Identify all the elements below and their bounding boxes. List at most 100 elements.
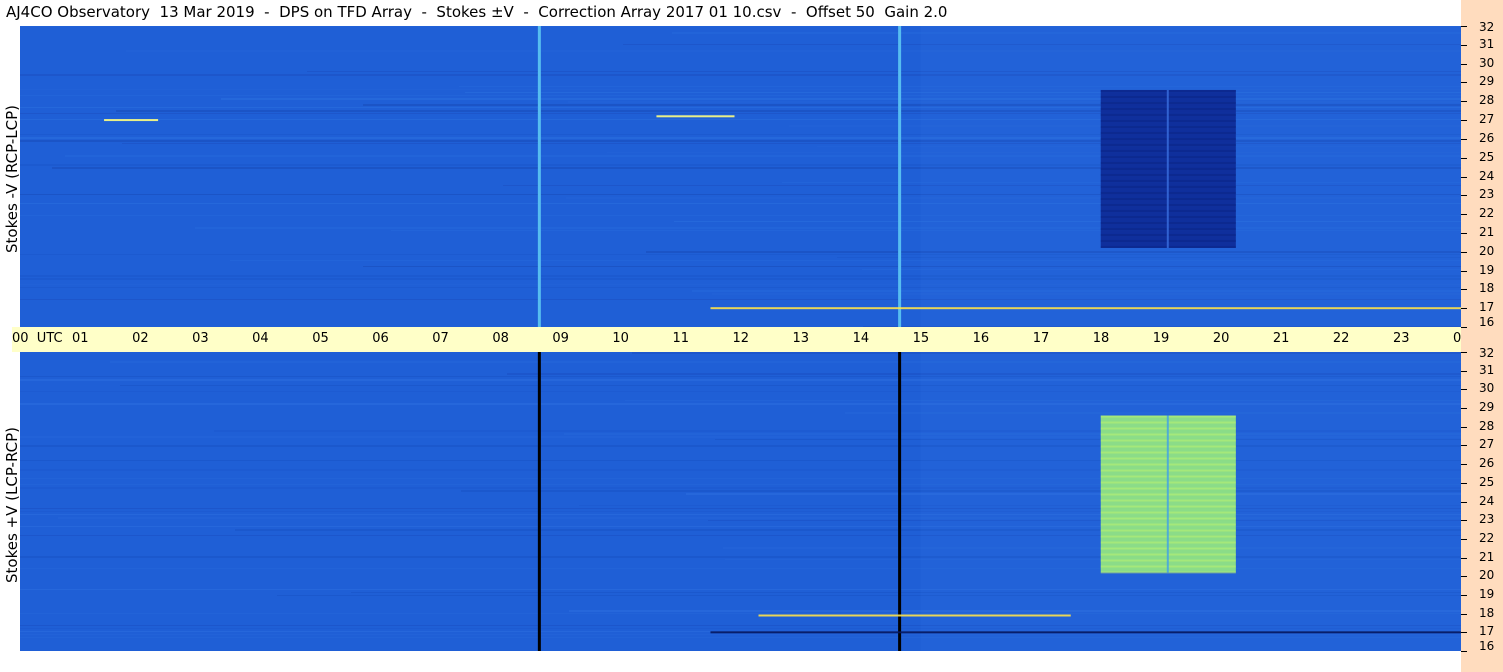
freq-tick-label: 29 — [1479, 74, 1495, 89]
freq-tick-mark — [1461, 594, 1467, 596]
utc-tick-label: 06 — [372, 331, 389, 346]
freq-tick-mark — [1461, 176, 1467, 178]
spectrogram-window: AJ4CO Observatory 13 Mar 2019 - DPS on T… — [0, 0, 1503, 672]
freq-tick-label: 18 — [1479, 605, 1495, 620]
freq-tick-label: 29 — [1479, 400, 1495, 415]
utc-time-axis: 00 UTC 01 02 03 04 05 06 07 08 09 10 11 12 13 14 15 16 17… — [12, 327, 1502, 352]
vertical-interference-line — [537, 26, 541, 327]
emission-streak — [758, 614, 1071, 617]
freq-tick-label: 32 — [1479, 20, 1495, 34]
freq-tick-label: 16 — [1479, 315, 1495, 329]
freq-tick-mark — [1461, 270, 1467, 272]
utc-tick-label: 20 — [1212, 331, 1230, 346]
freq-tick-mark — [1461, 26, 1467, 27]
freq-tick-mark — [1461, 613, 1467, 615]
freq-tick-label: 26 — [1479, 130, 1495, 145]
vertical-interference-line — [898, 352, 902, 651]
freq-tick-mark — [1461, 501, 1467, 503]
freq-tick-mark — [1461, 408, 1467, 410]
bottom-panel-ylabel: Stokes +V (LCP-RCP) — [3, 427, 21, 583]
chart-title: AJ4CO Observatory 13 Mar 2019 - DPS on T… — [6, 3, 948, 21]
freq-tick-mark — [1461, 327, 1467, 328]
bottom-margin — [0, 651, 1461, 672]
freq-tick-mark — [1461, 101, 1467, 103]
utc-tick-label: 01 — [72, 331, 89, 346]
freq-tick-mark — [1461, 557, 1467, 559]
utc-tick-label: 15 — [912, 331, 930, 346]
freq-tick-label: 23 — [1479, 512, 1495, 527]
freq-tick-label: 31 — [1479, 362, 1495, 377]
utc-tick-label: 21 — [1272, 331, 1290, 346]
emission-streak — [710, 631, 1461, 634]
freq-tick-label: 16 — [1479, 639, 1495, 653]
emission-streak — [104, 119, 159, 122]
top-spectrogram-svg — [20, 26, 1461, 327]
freq-tick-label: 26 — [1479, 456, 1495, 471]
utc-tick-label: 13 — [792, 331, 810, 346]
freq-tick-label: 24 — [1479, 493, 1495, 508]
freq-tick-mark — [1461, 370, 1467, 372]
utc-tick-label: 10 — [612, 331, 629, 346]
freq-tick-label: 17 — [1479, 624, 1495, 639]
block-vertical-stripe — [1166, 89, 1169, 248]
freq-tick-mark — [1461, 289, 1467, 291]
utc-tick-label: 11 — [672, 331, 689, 346]
freq-tick-mark — [1461, 44, 1467, 46]
utc-tick-label: 18 — [1092, 331, 1110, 346]
freq-tick-label: 21 — [1479, 549, 1495, 564]
freq-tick-mark — [1461, 520, 1467, 522]
emission-streak — [710, 307, 1461, 310]
utc-tick-label: 17 — [1032, 331, 1050, 346]
freq-tick-label: 28 — [1479, 93, 1495, 108]
freq-tick-label: 19 — [1479, 262, 1495, 277]
top-spectrogram-panel — [20, 26, 1461, 327]
freq-tick-label: 20 — [1479, 568, 1495, 583]
freq-tick-mark — [1461, 464, 1467, 466]
freq-tick-label: 25 — [1479, 474, 1495, 489]
freq-tick-label: 30 — [1479, 55, 1495, 70]
utc-tick-label: 02 — [132, 331, 149, 346]
freq-tick-mark — [1461, 632, 1467, 634]
freq-tick-mark — [1461, 138, 1467, 140]
freq-tick-mark — [1461, 482, 1467, 484]
freq-tick-mark — [1461, 82, 1467, 84]
freq-tick-label: 19 — [1479, 586, 1495, 601]
freq-tick-mark — [1461, 63, 1467, 65]
freq-tick-label: 28 — [1479, 418, 1495, 433]
utc-tick-label: 03 — [192, 331, 209, 346]
freq-tick-label: 23 — [1479, 187, 1495, 202]
vertical-interference-line — [898, 26, 902, 327]
freq-tick-mark — [1461, 445, 1467, 447]
freq-tick-label: 25 — [1479, 149, 1495, 164]
freq-tick-mark — [1461, 120, 1467, 122]
freq-tick-label: 27 — [1479, 437, 1495, 452]
utc-tick-label: 07 — [432, 331, 449, 346]
block-vertical-stripe — [1166, 415, 1169, 573]
freq-tick-label: 18 — [1479, 281, 1495, 296]
freq-tick-label: 20 — [1479, 243, 1495, 258]
utc-tick-label: 23 — [1392, 331, 1410, 346]
freq-tick-mark — [1461, 157, 1467, 159]
freq-tick-label: 22 — [1479, 206, 1495, 221]
freq-tick-label: 27 — [1479, 112, 1495, 127]
freq-tick-mark — [1461, 195, 1467, 197]
utc-tick-label: 22 — [1332, 331, 1350, 346]
freq-tick-mark — [1461, 214, 1467, 216]
freq-tick-mark — [1461, 426, 1467, 428]
freq-tick-mark — [1461, 538, 1467, 540]
freq-tick-mark — [1461, 308, 1467, 310]
freq-tick-mark — [1461, 576, 1467, 578]
vertical-interference-line — [537, 352, 541, 651]
freq-tick-label: 17 — [1479, 300, 1495, 315]
utc-tick-label: 19 — [1152, 331, 1170, 346]
freq-tick-label: 24 — [1479, 168, 1495, 183]
freq-tick-label: 21 — [1479, 224, 1495, 239]
utc-tick-label: 00 UTC — [12, 331, 63, 346]
freq-tick-mark — [1461, 232, 1467, 234]
freq-tick-label: 31 — [1479, 36, 1495, 51]
utc-tick-label: 12 — [732, 331, 750, 346]
bottom-spectrogram-svg — [20, 352, 1461, 651]
freq-tick-mark — [1461, 352, 1467, 353]
utc-tick-label: 08 — [492, 331, 509, 346]
freq-tick-mark — [1461, 651, 1467, 652]
